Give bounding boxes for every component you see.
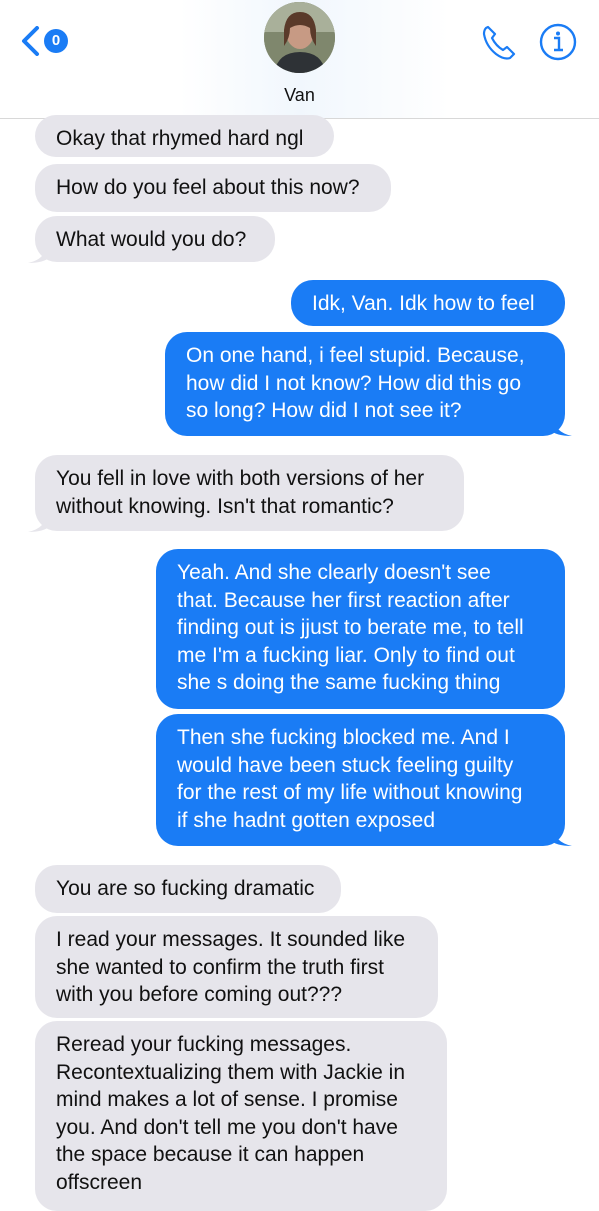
message-bubble-outgoing[interactable]: Yeah. And she clearly doesn't see that. … [156, 549, 565, 709]
bubble-tail [550, 418, 572, 436]
info-button[interactable] [538, 22, 578, 62]
conversation-header: 0 Van [0, 0, 599, 119]
info-icon [539, 23, 577, 61]
message-bubble-incoming[interactable]: I read your messages. It sounded like sh… [35, 916, 438, 1018]
message-bubble-incoming[interactable]: You fell in love with both versions of h… [35, 455, 464, 531]
message-bubble-incoming[interactable]: You are so fucking dramatic [35, 865, 341, 913]
message-bubble-outgoing[interactable]: Then she fucking blocked me. And I would… [156, 714, 565, 846]
chevron-left-icon [22, 26, 39, 56]
message-bubble-incoming[interactable]: How do you feel about this now? [35, 164, 391, 212]
phone-icon [482, 25, 516, 60]
message-bubble-incoming[interactable]: Reread your fucking messages. Recontextu… [35, 1021, 447, 1211]
contact-name[interactable]: Van [0, 85, 599, 106]
bubble-tail [28, 514, 50, 532]
avatar[interactable] [264, 2, 335, 73]
unread-count-badge: 0 [44, 29, 68, 53]
bubble-tail [28, 245, 50, 263]
message-bubble-incoming[interactable]: What would you do? [35, 216, 275, 262]
message-bubble-incoming[interactable]: Okay that rhymed hard ngl [35, 115, 334, 157]
call-button[interactable] [478, 22, 518, 62]
message-bubble-outgoing[interactable]: On one hand, i feel stupid. Because, how… [165, 332, 565, 436]
message-bubble-outgoing[interactable]: Idk, Van. Idk how to feel [291, 280, 565, 326]
bubble-tail [550, 828, 572, 846]
back-button[interactable]: 0 [20, 24, 80, 58]
